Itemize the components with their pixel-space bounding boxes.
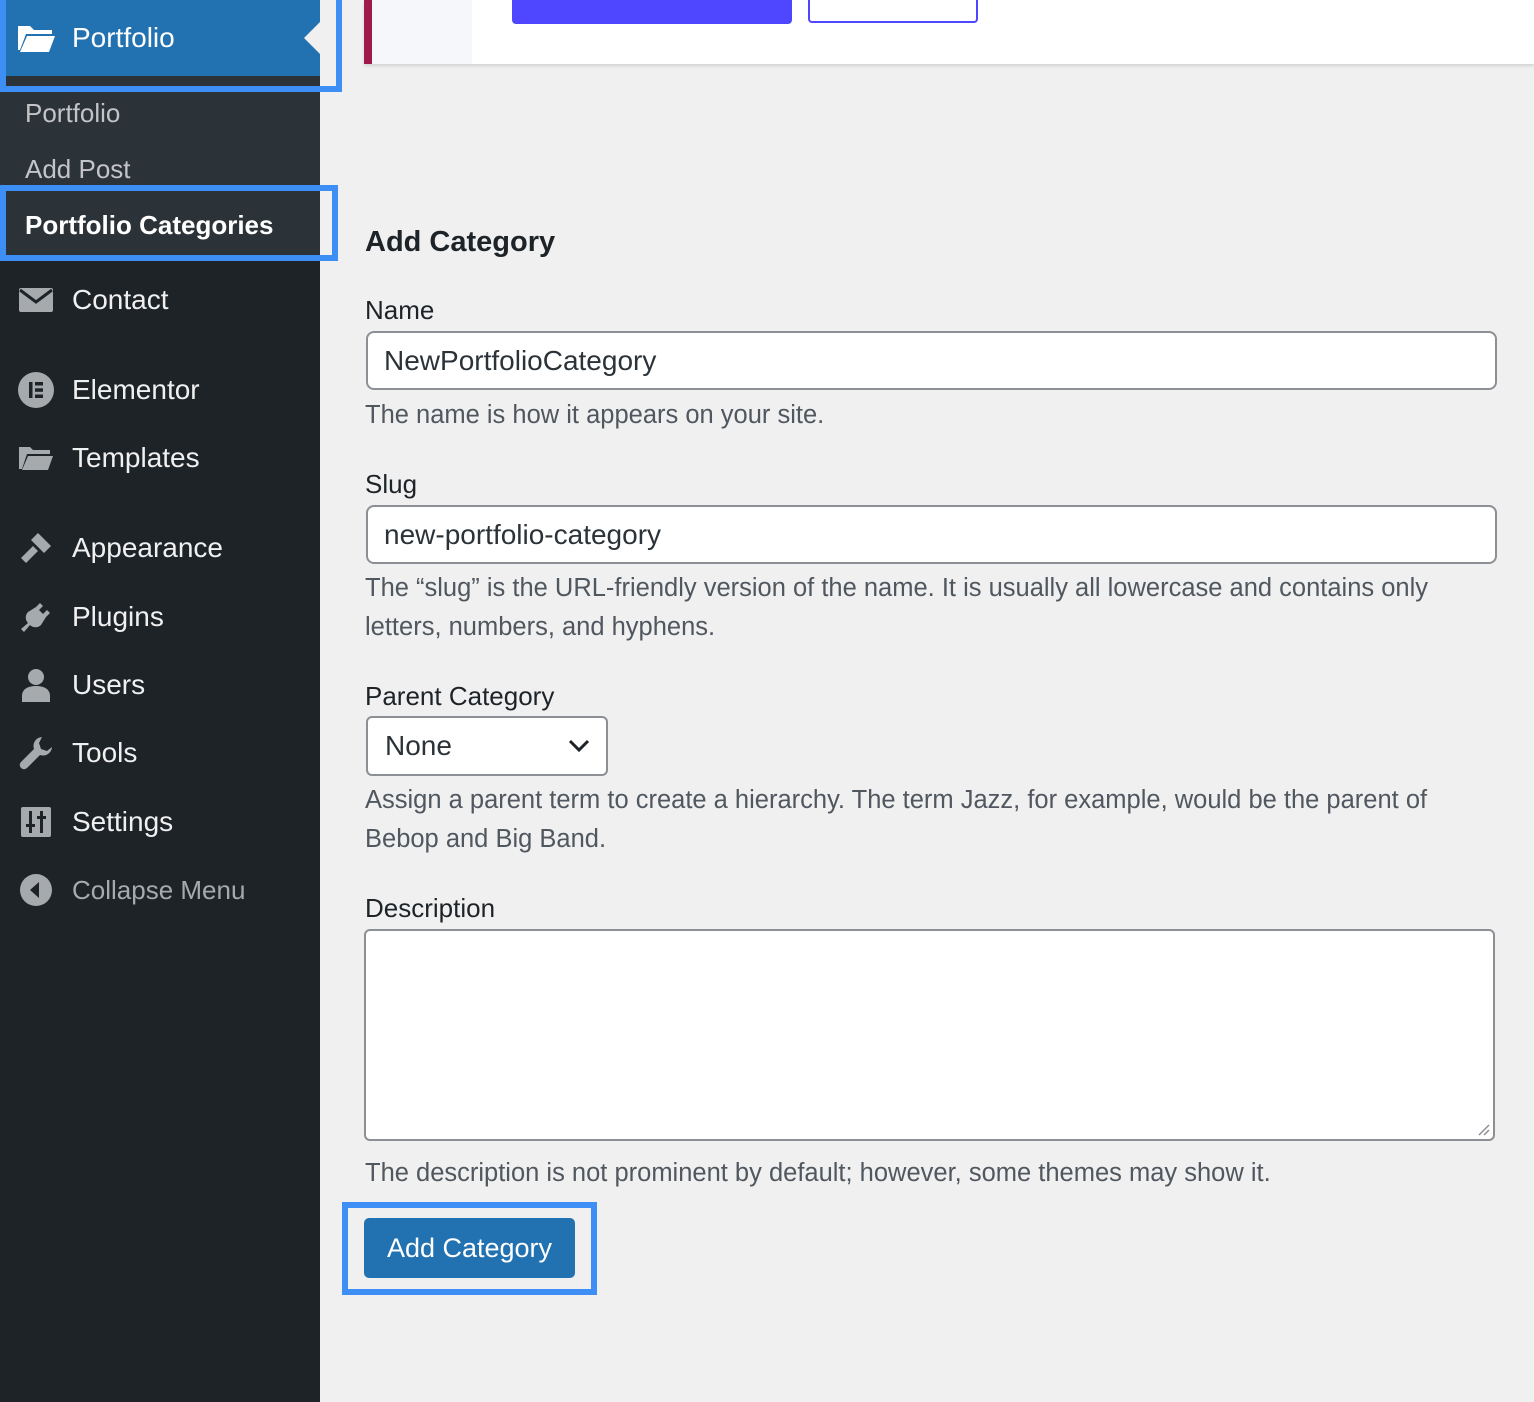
description-label: Description xyxy=(365,893,496,923)
sidebar-item-label: Settings xyxy=(72,806,174,837)
collapse-arrow-icon xyxy=(18,872,54,908)
notice-logo-area xyxy=(372,0,472,64)
notice-dismiss-button[interactable] xyxy=(808,0,978,23)
resize-grip-icon[interactable] xyxy=(1476,1122,1490,1136)
sidebar-item-label: Users xyxy=(72,669,146,700)
admin-notice xyxy=(364,0,1534,64)
sidebar-item-appearance[interactable]: Appearance xyxy=(0,520,320,576)
form-heading: Add Category xyxy=(365,226,556,258)
folder-icon xyxy=(18,440,54,476)
parent-category-help-text: Assign a parent term to create a hierarc… xyxy=(365,786,1428,853)
sidebar-item-label: Tools xyxy=(72,737,138,768)
plug-icon xyxy=(18,599,54,635)
slug-label: Slug xyxy=(365,469,418,499)
notice-accent-bar xyxy=(364,0,372,64)
sidebar-item-contact[interactable]: Contact xyxy=(0,272,320,328)
wrench-icon xyxy=(18,735,54,771)
name-input[interactable]: NewPortfolioCategory xyxy=(366,331,1497,390)
paintbrush-icon xyxy=(18,530,54,566)
chevron-down-icon xyxy=(568,739,590,753)
sliders-icon xyxy=(18,804,54,840)
sidebar-item-settings[interactable]: Settings xyxy=(0,794,320,850)
submenu-item-portfolio-categories[interactable]: Portfolio Categories xyxy=(25,210,273,241)
sidebar-item-elementor[interactable]: Elementor xyxy=(0,362,320,418)
user-icon xyxy=(18,667,54,703)
sidebar-item-label: Appearance xyxy=(72,532,224,563)
add-category-button[interactable]: Add Category xyxy=(364,1218,575,1278)
folder-open-icon xyxy=(18,26,55,52)
admin-sidebar: Portfolio Portfolio Add Post Portfolio C… xyxy=(0,0,320,1402)
parent-category-select[interactable]: None xyxy=(366,716,608,776)
elementor-icon xyxy=(18,372,54,408)
sidebar-item-plugins[interactable]: Plugins xyxy=(0,589,320,645)
envelope-icon xyxy=(18,282,54,318)
name-label: Name xyxy=(365,295,435,325)
name-help-text: The name is how it appears on your site. xyxy=(365,401,825,429)
sidebar-item-templates[interactable]: Templates xyxy=(0,430,320,486)
sidebar-item-label: Elementor xyxy=(72,374,200,405)
sidebar-item-label: Templates xyxy=(72,442,200,473)
sidebar-item-label: Plugins xyxy=(72,601,164,632)
sidebar-item-label: Collapse Menu xyxy=(72,874,246,905)
sidebar-item-portfolio[interactable]: Portfolio xyxy=(0,0,320,76)
notice-primary-button[interactable] xyxy=(512,0,792,24)
parent-category-selected-value: None xyxy=(385,730,452,761)
submenu-item-add-post[interactable]: Add Post xyxy=(25,154,131,185)
sidebar-item-label: Contact xyxy=(72,284,169,315)
slug-help-text: The “slug” is the URL-friendly version o… xyxy=(365,574,1428,641)
sidebar-item-tools[interactable]: Tools xyxy=(0,725,320,781)
collapse-menu-button[interactable]: Collapse Menu xyxy=(0,862,320,918)
description-textarea[interactable] xyxy=(364,929,1495,1141)
sidebar-item-users[interactable]: Users xyxy=(0,657,320,713)
description-help-text: The description is not prominent by defa… xyxy=(365,1159,1271,1187)
sidebar-item-label: Portfolio xyxy=(72,22,175,53)
parent-category-label: Parent Category xyxy=(365,681,555,711)
portfolio-submenu: Portfolio Add Post Portfolio Categories xyxy=(0,76,320,260)
submenu-item-portfolio[interactable]: Portfolio xyxy=(25,98,120,129)
current-menu-arrow xyxy=(304,22,320,54)
slug-input[interactable]: new-portfolio-category xyxy=(366,505,1497,564)
